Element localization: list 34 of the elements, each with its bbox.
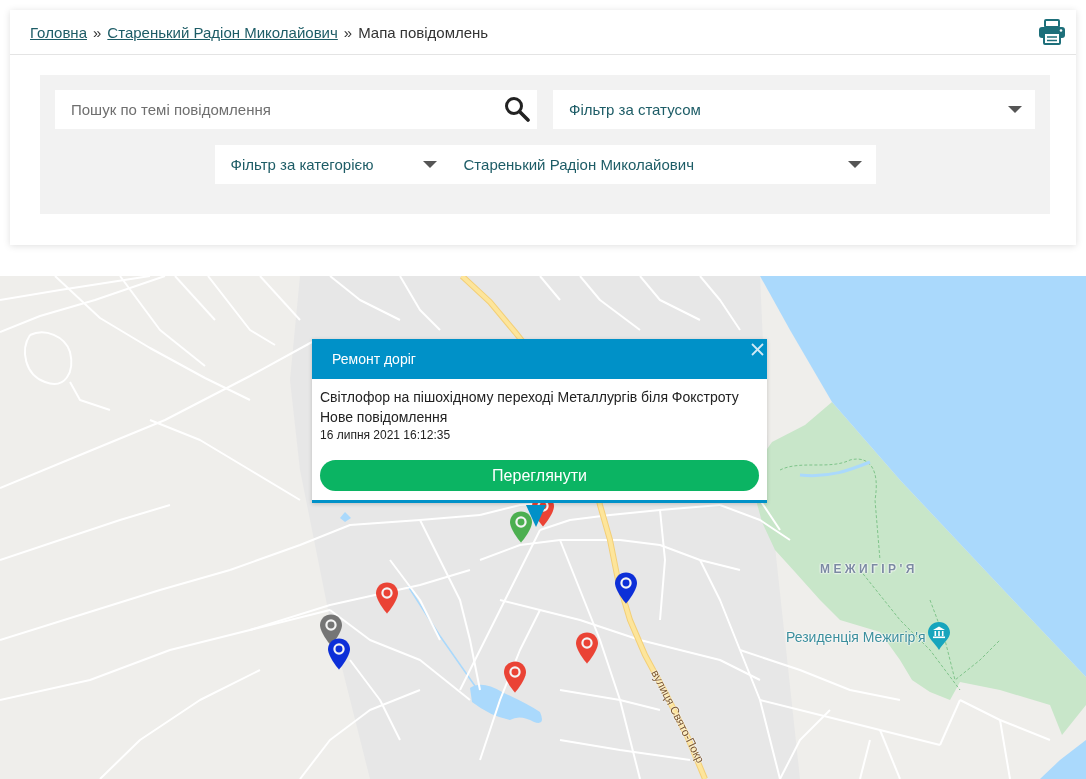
map-pin-icon[interactable] [328,638,350,670]
area-label: МЕЖИГІР'Я [820,562,918,576]
pond [340,512,351,522]
map-pin-icon[interactable] [504,661,526,693]
breadcrumb-link[interactable]: Старенький Радіон Миколайович [107,23,338,41]
map-pin-icon[interactable] [376,582,398,614]
breadcrumb-separator: » [343,23,353,41]
category-select[interactable]: Фільтр за категорією [214,145,441,184]
message-date: 16 липня 2021 16:12:35 [320,427,452,443]
close-icon[interactable] [751,343,764,356]
caret-icon [1008,106,1022,113]
caret-icon [847,161,862,168]
message-status: Нове повідомлення [320,408,449,427]
landmark-pin-icon[interactable] [927,622,950,650]
water-area [1040,740,1086,779]
caret-icon [422,161,437,168]
place-label: Резиденція Межигір'я [786,629,926,645]
status-select[interactable]: Фільтр за статусом [553,90,1035,129]
map-pin-icon[interactable] [615,572,637,604]
popup-category: Ремонт доріг [332,351,416,367]
breadcrumb-separator: » [93,23,102,41]
popup-tail-icon [526,505,546,527]
map-pin-icon[interactable] [576,632,598,664]
breadcrumb-current: Мапа повідомлень [358,23,489,41]
message-title: Світлофор на пішохідному переході Металлургів біля Фокстроту [320,388,740,407]
printer-icon[interactable] [1038,19,1066,45]
search-icon[interactable] [504,96,530,122]
road [579,276,641,331]
lake [470,684,542,723]
search-field[interactable]: Пошук по темі повідомлення [55,90,537,129]
stream [799,460,871,478]
breadcrumb-link[interactable]: Головна [30,23,87,41]
road [539,276,561,301]
person-select[interactable]: Старенький Радіон Миколайович [440,145,876,184]
